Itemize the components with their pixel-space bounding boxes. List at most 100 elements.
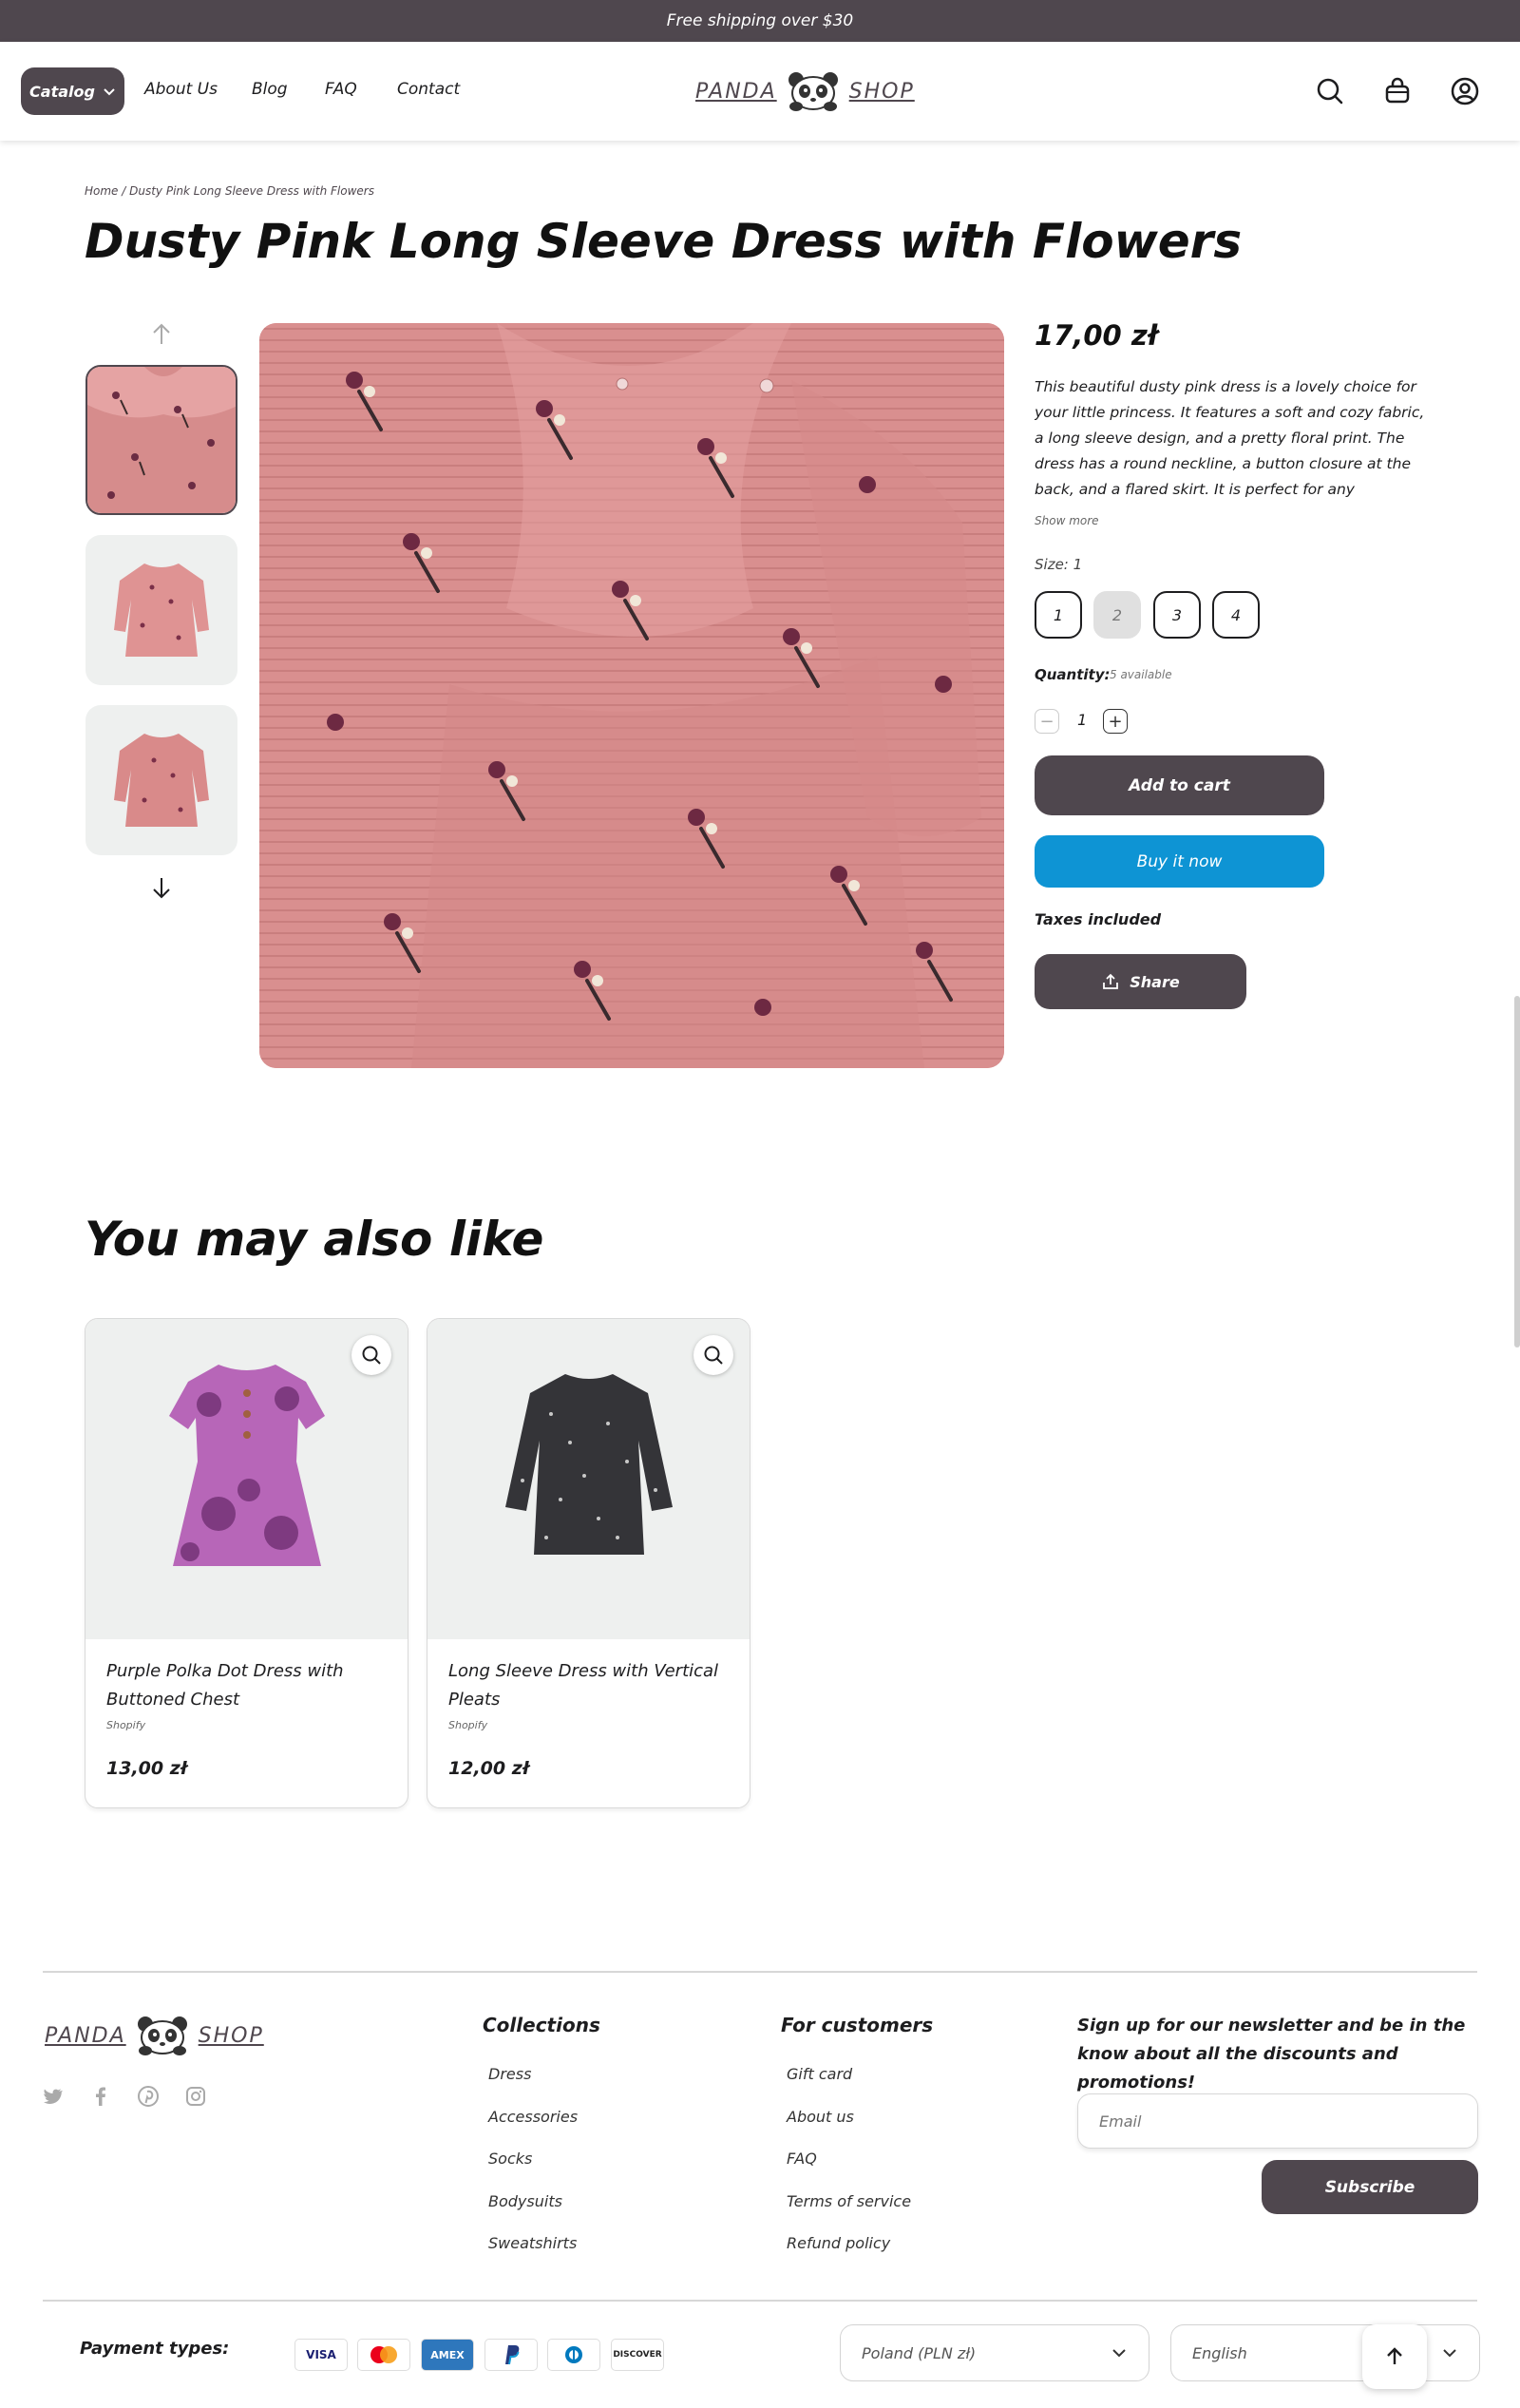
instagram-icon[interactable] — [184, 2085, 207, 2108]
quick-view-button[interactable] — [352, 1335, 391, 1375]
recommendations-title: You may also like — [85, 1212, 544, 1267]
product-card-name[interactable]: Long Sleeve Dress with Vertical Pleats — [448, 1657, 733, 1714]
logo-text-right: SHOP — [848, 79, 915, 104]
chevron-down-icon — [1112, 2349, 1126, 2358]
language-value: English — [1192, 2343, 1247, 2362]
product-price: 17,00 zł — [1035, 319, 1158, 352]
footer-link-socks[interactable]: Socks — [488, 2150, 532, 2168]
footer-link-faq[interactable]: FAQ — [787, 2150, 817, 2168]
twitter-icon[interactable] — [42, 2085, 65, 2108]
announcement-text: Free shipping over $30 — [666, 11, 854, 30]
footer-divider-top — [43, 1971, 1477, 1973]
quantity-available: 5 available — [1110, 668, 1172, 681]
add-to-cart-button[interactable]: Add to cart — [1035, 755, 1324, 815]
thumbnail-up-arrow-icon[interactable] — [146, 319, 177, 350]
mastercard-icon — [357, 2339, 410, 2371]
page-scrollbar[interactable] — [1514, 996, 1520, 1347]
quantity-decrease-button[interactable]: − — [1035, 709, 1059, 734]
footer-logo[interactable]: PANDA SHOP — [45, 2015, 264, 2056]
paypal-icon — [484, 2339, 538, 2371]
quantity-label: Quantity: — [1035, 666, 1111, 683]
size-option-1[interactable]: 1 — [1035, 591, 1082, 639]
zoom-icon — [362, 1346, 381, 1365]
amex-icon: AMEX — [421, 2339, 474, 2371]
product-title: Dusty Pink Long Sleeve Dress with Flower… — [85, 214, 1243, 269]
site-logo[interactable]: PANDA SHOP — [695, 70, 915, 112]
logo-text-left: PANDA — [45, 2023, 126, 2048]
visa-label: VISA — [306, 2348, 336, 2361]
visa-icon: VISA — [294, 2339, 348, 2371]
cart-icon[interactable] — [1382, 76, 1413, 106]
country-selector[interactable]: Poland (PLN zł) — [840, 2324, 1150, 2381]
account-icon[interactable] — [1450, 76, 1480, 106]
footer-link-gift-card[interactable]: Gift card — [787, 2065, 852, 2083]
language-selector[interactable]: English — [1170, 2324, 1480, 2381]
size-label: Size: 1 — [1035, 556, 1083, 573]
dress-front-image — [114, 564, 209, 657]
share-icon — [1103, 973, 1119, 989]
product-card[interactable]: Long Sleeve Dress with Vertical Pleats S… — [427, 1318, 750, 1808]
logo-text-right: SHOP — [198, 2023, 264, 2048]
size-option-2[interactable]: 2 — [1093, 591, 1141, 639]
thumbnail-down-arrow-icon[interactable] — [146, 872, 177, 903]
footer-link-bodysuits[interactable]: Bodysuits — [488, 2192, 562, 2210]
subscribe-button[interactable]: Subscribe — [1262, 2160, 1478, 2214]
footer-link-accessories[interactable]: Accessories — [488, 2108, 578, 2126]
amex-label: AMEX — [430, 2348, 465, 2361]
payment-types-label: Payment types: — [80, 2339, 230, 2359]
breadcrumb[interactable]: Home / Dusty Pink Long Sleeve Dress with… — [85, 184, 374, 198]
announcement-bar: Free shipping over $30 — [0, 0, 1520, 42]
buy-now-button[interactable]: Buy it now — [1035, 835, 1324, 888]
logo-text-left: PANDA — [695, 79, 777, 104]
product-card[interactable]: Purple Polka Dot Dress with Buttoned Che… — [85, 1318, 408, 1808]
quick-view-button[interactable] — [694, 1335, 733, 1375]
product-card-image[interactable] — [428, 1319, 750, 1639]
arrow-up-icon — [1387, 2347, 1402, 2364]
nav-faq[interactable]: FAQ — [325, 80, 357, 99]
nav-blog[interactable]: Blog — [252, 80, 288, 99]
catalog-menu-button[interactable]: Catalog — [21, 67, 124, 115]
mastercard-logo-icon — [370, 2346, 397, 2363]
product-card-image[interactable] — [86, 1319, 408, 1639]
product-card-price: 13,00 zł — [106, 1758, 187, 1779]
chevron-down-icon — [104, 88, 115, 96]
panda-logo-icon — [137, 2016, 187, 2055]
footer-link-terms[interactable]: Terms of service — [787, 2192, 911, 2210]
size-option-3[interactable]: 3 — [1153, 591, 1201, 639]
search-icon[interactable] — [1315, 76, 1345, 106]
zoom-icon — [704, 1346, 723, 1365]
site-header: Catalog About Us Blog FAQ Contact PANDA … — [0, 42, 1520, 141]
quantity-value[interactable]: 1 — [1077, 711, 1087, 729]
pinterest-icon[interactable] — [137, 2085, 160, 2108]
diners-logo-icon — [565, 2346, 582, 2363]
share-label: Share — [1130, 972, 1180, 991]
product-card-name[interactable]: Purple Polka Dot Dress with Buttoned Che… — [106, 1657, 391, 1714]
nav-about-us[interactable]: About Us — [144, 80, 218, 99]
catalog-label: Catalog — [29, 82, 95, 101]
back-to-top-button[interactable] — [1362, 2324, 1427, 2389]
discover-label: DISCOVER — [613, 2350, 662, 2360]
country-value: Poland (PLN zł) — [862, 2343, 977, 2362]
share-button[interactable]: Share — [1035, 954, 1246, 1009]
quantity-increase-button[interactable]: + — [1103, 709, 1128, 734]
facebook-icon[interactable] — [89, 2085, 112, 2108]
product-card-vendor: Shopify — [106, 1719, 146, 1731]
newsletter-email-input[interactable] — [1077, 2093, 1478, 2149]
size-option-4[interactable]: 4 — [1212, 591, 1260, 639]
chevron-down-icon — [1443, 2349, 1456, 2358]
footer-link-about-us[interactable]: About us — [787, 2108, 854, 2126]
show-more-link[interactable]: Show more — [1035, 514, 1099, 527]
product-description: This beautiful dusty pink dress is a lov… — [1035, 378, 1425, 498]
footer-link-sweatshirts[interactable]: Sweatshirts — [488, 2234, 577, 2252]
taxes-note: Taxes included — [1035, 910, 1162, 928]
dress-main-photo — [259, 323, 1004, 1068]
product-main-image[interactable] — [259, 323, 1004, 1068]
product-thumbnail-1[interactable] — [86, 365, 238, 515]
footer-link-refund[interactable]: Refund policy — [787, 2234, 890, 2252]
footer-link-dress[interactable]: Dress — [488, 2065, 531, 2083]
product-thumbnail-3[interactable] — [86, 705, 238, 855]
nav-contact[interactable]: Contact — [397, 80, 460, 99]
footer-collections-title: Collections — [483, 2014, 600, 2036]
discover-icon: DISCOVER — [611, 2339, 664, 2371]
product-thumbnail-2[interactable] — [86, 535, 238, 685]
